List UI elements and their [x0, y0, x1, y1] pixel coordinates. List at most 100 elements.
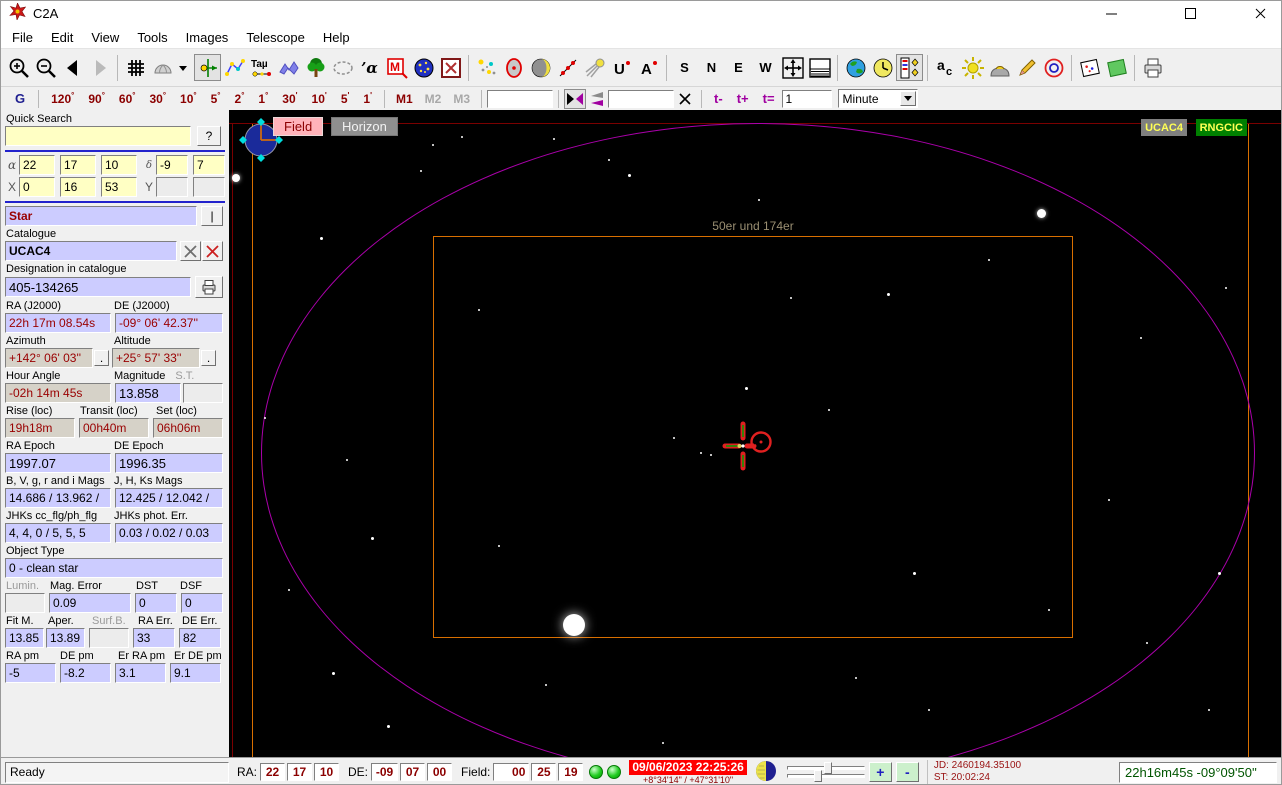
help-button[interactable]: ? [197, 126, 221, 146]
telescope-target-icon[interactable] [1040, 54, 1067, 81]
fov-button-1min[interactable]: 1' [356, 91, 379, 106]
status-ra-h[interactable]: 22 [260, 763, 286, 781]
y1-field[interactable] [156, 177, 188, 197]
ra-m-field[interactable]: 17 [60, 155, 96, 175]
altitude-more-button[interactable]: . [201, 350, 216, 366]
status-field-s[interactable]: 19 [558, 763, 584, 781]
status-de-s[interactable]: 00 [427, 763, 453, 781]
zoom-minus-button[interactable]: - [895, 762, 919, 782]
landscape-tree-icon[interactable] [302, 54, 329, 81]
slider-thumb[interactable] [813, 770, 822, 782]
menu-item-help[interactable]: Help [314, 28, 359, 47]
field-ellipse-icon[interactable] [329, 54, 356, 81]
direction-east-button[interactable]: E [725, 54, 752, 81]
dome-dropdown-icon[interactable] [176, 54, 189, 81]
direction-south-button[interactable]: S [671, 54, 698, 81]
slider-track[interactable] [786, 762, 865, 774]
print-icon[interactable] [1139, 54, 1166, 81]
menu-item-telescope[interactable]: Telescope [237, 28, 314, 47]
status-ra-s[interactable]: 10 [314, 763, 340, 781]
status-field-m[interactable]: 25 [531, 763, 557, 781]
mark-m1-button[interactable]: M1 [390, 92, 419, 106]
deep-sky-icon[interactable] [410, 54, 437, 81]
de-d-field[interactable]: -9 [156, 155, 188, 175]
x1-field[interactable]: 0 [19, 177, 55, 197]
zoom-in-icon[interactable] [5, 54, 32, 81]
time-unit-select[interactable]: Minute [837, 89, 918, 108]
menu-item-edit[interactable]: Edit [42, 28, 82, 47]
fov-button-5deg[interactable]: 5° [204, 91, 228, 106]
fov-button-30min[interactable]: 30' [275, 91, 304, 106]
messier-icon[interactable]: M [383, 54, 410, 81]
de-m-field[interactable]: 7 [193, 155, 225, 175]
quick-search-input[interactable] [5, 126, 191, 146]
asteroids-icon[interactable] [554, 54, 581, 81]
time-minus-button[interactable]: t- [707, 91, 730, 106]
center-reticle-icon[interactable] [194, 54, 221, 81]
mirror-vertical-icon[interactable] [586, 89, 608, 109]
direction-west-button[interactable]: W [752, 54, 779, 81]
moon-phase-icon[interactable] [527, 54, 554, 81]
ra-h-field[interactable]: 22 [19, 155, 55, 175]
planets-icon[interactable] [500, 54, 527, 81]
fov-button-1deg[interactable]: 1° [251, 91, 275, 106]
deselect-icon[interactable] [180, 241, 201, 261]
comets-icon[interactable] [581, 54, 608, 81]
slider-track[interactable] [786, 770, 865, 782]
close-button[interactable] [1237, 1, 1281, 26]
x3-field[interactable]: 53 [101, 177, 137, 197]
side-panel-icon[interactable] [896, 54, 923, 81]
sky-chart[interactable]: Field Horizon UCAC4 RNGCIC 50er und 174e… [229, 110, 1281, 757]
azimuth-more-button[interactable]: . [94, 350, 109, 366]
fov-button-120deg[interactable]: 120° [44, 91, 81, 106]
fov-button-2deg[interactable]: 2° [228, 91, 252, 106]
sun-icon[interactable] [959, 54, 986, 81]
fov-button-90deg[interactable]: 90° [81, 91, 112, 106]
grid-icon[interactable] [122, 54, 149, 81]
status-field-d[interactable]: 00 [493, 763, 530, 781]
image-frame-icon[interactable] [1076, 54, 1103, 81]
datetime-display[interactable]: 09/06/2023 22:25:26 +8°34'14" / +47°31'1… [629, 759, 747, 784]
tab-horizon[interactable]: Horizon [331, 117, 398, 136]
fov-button-10deg[interactable]: 10° [173, 91, 204, 106]
fov-button-5min[interactable]: 5' [334, 91, 357, 106]
menu-item-file[interactable]: File [3, 28, 42, 47]
mark-m3-button[interactable]: M3 [447, 92, 476, 106]
mirror-horizontal-icon[interactable] [564, 88, 587, 109]
constellation-lines-icon[interactable] [221, 54, 248, 81]
grid-toggle-button[interactable]: G [7, 91, 33, 106]
milky-way-icon[interactable] [275, 54, 302, 81]
time-set-button[interactable]: t= [756, 91, 782, 106]
zoom-out-icon[interactable] [32, 54, 59, 81]
uranus-label-icon[interactable]: U [608, 54, 635, 81]
asteroid-label-icon[interactable]: A [635, 54, 662, 81]
direction-north-button[interactable]: N [698, 54, 725, 81]
star-colors-icon[interactable] [473, 54, 500, 81]
clock-icon[interactable] [869, 54, 896, 81]
tab-field[interactable]: Field [273, 117, 324, 136]
zoom-plus-button[interactable]: + [868, 762, 892, 782]
horizon-fill-icon[interactable] [806, 54, 833, 81]
y2-field[interactable] [193, 177, 225, 197]
fov-button-10min[interactable]: 10' [305, 91, 334, 106]
close-frame-icon[interactable] [437, 54, 464, 81]
pan-view-icon[interactable] [779, 54, 806, 81]
menu-item-images[interactable]: Images [177, 28, 238, 47]
menu-item-view[interactable]: View [82, 28, 128, 47]
back-icon[interactable] [59, 54, 86, 81]
observatory-icon[interactable] [986, 54, 1013, 81]
menu-item-tools[interactable]: Tools [128, 28, 176, 47]
print-object-icon[interactable] [195, 276, 223, 298]
time-step-input[interactable] [781, 89, 832, 108]
forward-icon[interactable] [86, 54, 113, 81]
x2-field[interactable]: 16 [60, 177, 96, 197]
proper-motion-icon[interactable]: Taµ [248, 54, 275, 81]
font-settings-icon[interactable]: ac [932, 54, 959, 81]
minimize-button[interactable] [1088, 1, 1134, 26]
fov-button-30deg[interactable]: 30° [142, 91, 173, 106]
fov-button-60deg[interactable]: 60° [112, 91, 143, 106]
time-plus-button[interactable]: t+ [730, 91, 756, 106]
dropdown-button[interactable] [899, 91, 916, 106]
edit-pencil-icon[interactable] [1013, 54, 1040, 81]
mark-m2-button[interactable]: M2 [419, 92, 448, 106]
